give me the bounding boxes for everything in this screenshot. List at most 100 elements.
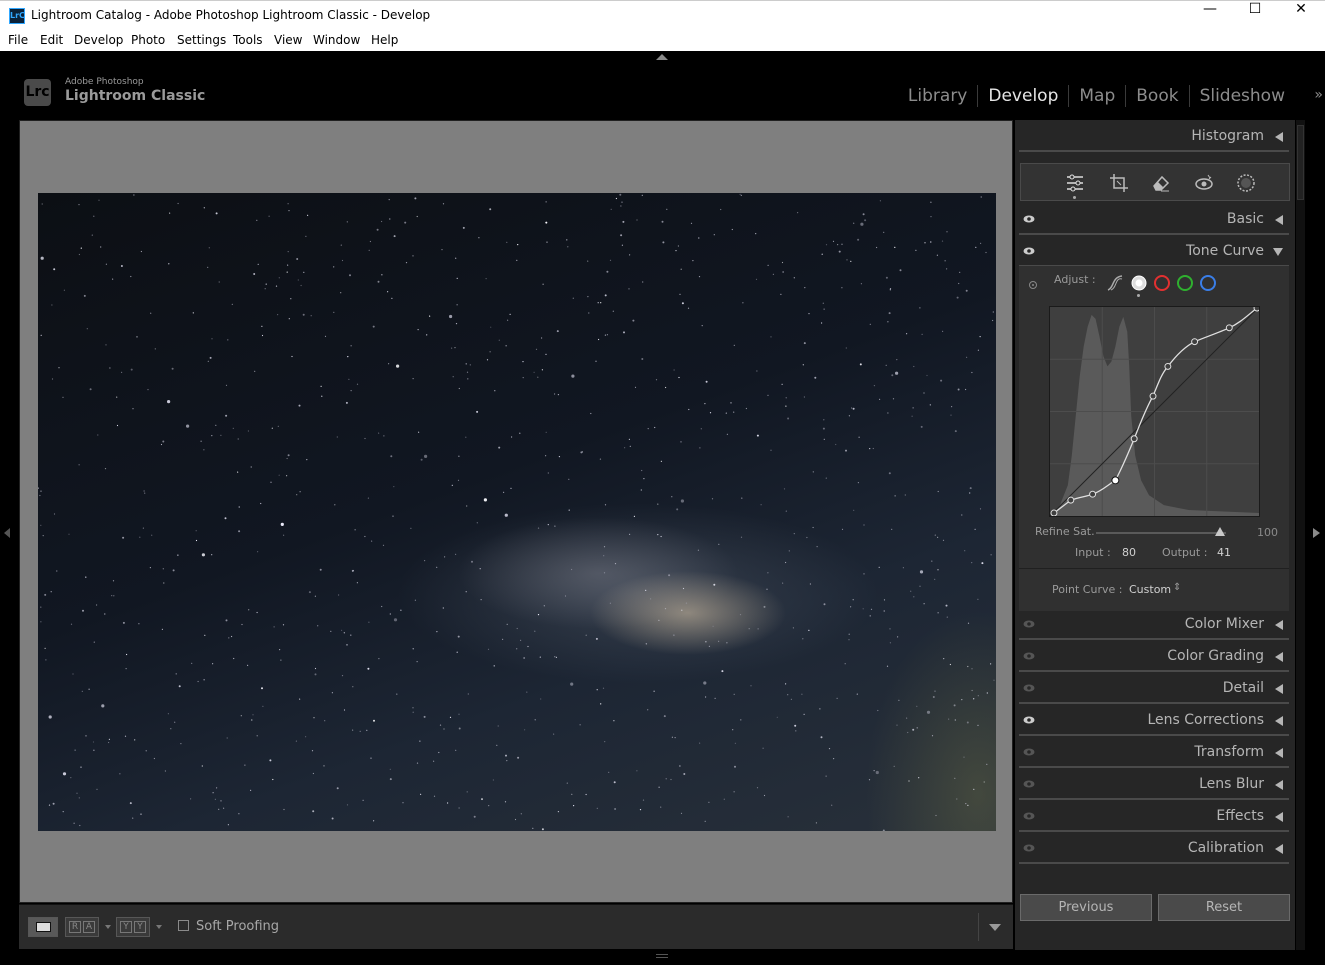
refine-sat-slider-track[interactable]: [1096, 532, 1226, 534]
swap-before-after-button[interactable]: Y Y: [116, 917, 150, 937]
minimize-button[interactable]: —: [1187, 1, 1233, 31]
eye-icon[interactable]: [1023, 620, 1035, 628]
module-library[interactable]: Library: [898, 85, 977, 107]
swap-dropdown-icon[interactable]: [156, 925, 162, 929]
collapse-top-panel-icon[interactable]: [656, 54, 668, 60]
soft-proofing-label: Soft Proofing: [196, 919, 280, 934]
eye-icon[interactable]: [1023, 716, 1035, 724]
collapsed-triangle-icon: [1275, 620, 1283, 630]
panel-effects[interactable]: Effects: [1019, 802, 1289, 832]
collapsed-triangle-icon: [1275, 716, 1283, 726]
panel-lens-blur[interactable]: Lens Blur: [1019, 770, 1289, 800]
tool-strip: [1020, 163, 1290, 201]
milky-way-photo[interactable]: [38, 193, 996, 831]
output-value[interactable]: 41: [1217, 546, 1231, 559]
collapsed-triangle-icon: [1275, 215, 1283, 225]
edit-sliders-icon[interactable]: [1064, 172, 1086, 194]
point-curve-select[interactable]: Custom: [1129, 583, 1171, 596]
menu-develop[interactable]: Develop: [74, 33, 123, 47]
toolbar-content-menu-icon[interactable]: [989, 924, 1001, 931]
section-label: Detail: [1222, 680, 1264, 696]
input-value[interactable]: 80: [1122, 546, 1136, 559]
panel-color-mixer[interactable]: Color Mixer: [1019, 610, 1289, 640]
eye-icon[interactable]: [1023, 652, 1035, 660]
after-icon: A: [83, 921, 95, 933]
loupe-view-button[interactable]: [28, 917, 58, 937]
section-label: Lens Corrections: [1147, 712, 1264, 728]
eye-icon[interactable]: [1023, 812, 1035, 820]
menu-window[interactable]: Window: [313, 33, 360, 47]
before-after-button[interactable]: R A: [65, 917, 99, 937]
maximize-button[interactable]: ☐: [1232, 1, 1278, 31]
eye-icon[interactable]: [1023, 844, 1035, 852]
masking-icon[interactable]: [1235, 172, 1257, 194]
menu-help[interactable]: Help: [371, 33, 398, 47]
panel-histogram[interactable]: Histogram: [1019, 122, 1289, 152]
filmstrip-handle-icon[interactable]: [656, 954, 668, 958]
panel-basic[interactable]: Basic: [1019, 205, 1289, 235]
point-curve-rgb-icon[interactable]: [1130, 274, 1148, 292]
soft-proofing-checkbox[interactable]: [178, 920, 189, 931]
panel-color-grading[interactable]: Color Grading: [1019, 642, 1289, 672]
eye-icon[interactable]: [1023, 780, 1035, 788]
eye-icon[interactable]: [1023, 215, 1035, 223]
menu-file[interactable]: File: [8, 33, 28, 47]
close-button[interactable]: ✕: [1278, 1, 1324, 31]
menu-photo[interactable]: Photo: [131, 33, 165, 47]
menu-view[interactable]: View: [274, 33, 302, 47]
collapsed-triangle-icon: [1275, 748, 1283, 758]
swap-y-icon: Y: [120, 921, 132, 933]
panel-calibration[interactable]: Calibration: [1019, 834, 1289, 864]
collapsed-triangle-icon: [1275, 844, 1283, 854]
histogram-label: Histogram: [1191, 128, 1264, 144]
parametric-curve-icon[interactable]: [1106, 274, 1124, 292]
refine-sat-value[interactable]: 100: [1257, 526, 1278, 539]
selected-channel-dot: [1137, 294, 1140, 297]
healing-eraser-icon[interactable]: [1150, 172, 1172, 194]
eye-icon[interactable]: [1023, 684, 1035, 692]
module-slideshow[interactable]: Slideshow: [1188, 85, 1295, 107]
tone-curve-label: Tone Curve: [1186, 243, 1264, 259]
module-map[interactable]: Map: [1068, 85, 1125, 107]
red-eye-icon[interactable]: [1193, 172, 1215, 194]
swap-y-icon: Y: [134, 921, 146, 933]
basic-label: Basic: [1226, 211, 1264, 227]
reset-button[interactable]: Reset: [1158, 894, 1290, 921]
panel-lens-corrections[interactable]: Lens Corrections: [1019, 706, 1289, 736]
menu-edit[interactable]: Edit: [40, 33, 63, 47]
blue-channel-icon[interactable]: [1199, 274, 1217, 292]
collapse-right-panel-icon[interactable]: [1313, 528, 1320, 538]
expand-left-panel-icon[interactable]: [4, 528, 10, 538]
image-view[interactable]: [19, 120, 1013, 903]
lrc-logo: Lrc: [24, 79, 51, 106]
refine-sat-slider-thumb[interactable]: [1214, 527, 1225, 536]
menu-settings[interactable]: Settings: [177, 33, 226, 47]
crop-icon[interactable]: [1108, 172, 1130, 194]
right-panel-scrollbar[interactable]: [1296, 120, 1305, 950]
before-after-dropdown-icon[interactable]: [105, 925, 111, 929]
scrollbar-thumb[interactable]: [1297, 125, 1304, 200]
panel-transform[interactable]: Transform: [1019, 738, 1289, 768]
eye-icon[interactable]: [1023, 748, 1035, 756]
panel-detail[interactable]: Detail: [1019, 674, 1289, 704]
collapsed-triangle-icon: [1275, 132, 1283, 142]
targeted-adjustment-icon[interactable]: [1028, 280, 1038, 290]
module-picker: Library Develop Map Book Slideshow: [898, 85, 1295, 107]
collapsed-triangle-icon: [1275, 652, 1283, 662]
point-curve-arrows-icon[interactable]: ⇕: [1173, 582, 1181, 593]
tone-curve-graph[interactable]: [1049, 306, 1260, 517]
panel-tone-curve[interactable]: Tone Curve: [1019, 237, 1289, 267]
module-book[interactable]: Book: [1125, 85, 1188, 107]
identity-plate-bar: Lrc Adobe Photoshop Lightroom Classic Li…: [0, 51, 1325, 117]
refine-sat-label: Refine Sat.: [1035, 525, 1095, 538]
green-channel-icon[interactable]: [1176, 274, 1194, 292]
toolbar-divider: [978, 913, 979, 941]
module-develop[interactable]: Develop: [977, 85, 1068, 107]
window-title-bar: LrC Lightroom Catalog - Adobe Photoshop …: [0, 0, 1325, 30]
right-panel: Histogram Basic Tone Curve Adjust: Refi…: [1015, 120, 1295, 950]
more-modules-icon[interactable]: »: [1314, 87, 1323, 103]
red-channel-icon[interactable]: [1153, 274, 1171, 292]
menu-tools[interactable]: Tools: [233, 33, 263, 47]
previous-button[interactable]: Previous: [1020, 894, 1152, 921]
eye-icon[interactable]: [1023, 247, 1035, 255]
